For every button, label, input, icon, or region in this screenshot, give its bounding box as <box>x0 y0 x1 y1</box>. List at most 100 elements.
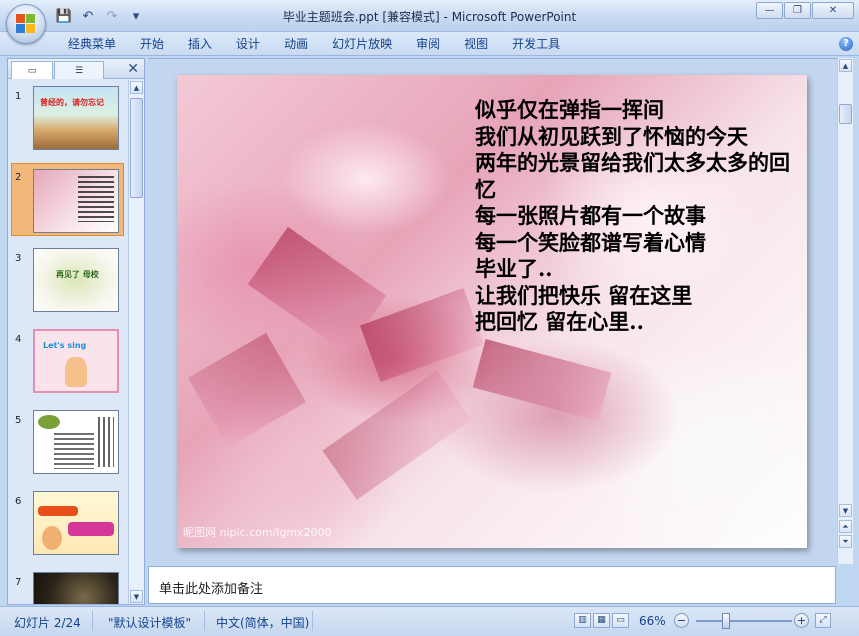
tab-developer[interactable]: 开发工具 <box>500 32 572 56</box>
thumbnail-image[interactable] <box>33 572 119 604</box>
slide-text-line: 我们从初见跃到了怀恼的今天 <box>475 123 748 149</box>
slide-canvas[interactable]: 似乎仅在弹指一挥间 我们从初见跃到了怀恼的今天 两年的光景留给我们太多太多的回忆… <box>177 75 807 548</box>
tab-insert[interactable]: 插入 <box>176 32 224 56</box>
slides-tab-icon: ▭ <box>27 65 37 76</box>
status-separator <box>204 611 205 631</box>
notes-placeholder: 单击此处添加备注 <box>159 582 264 597</box>
tab-animations[interactable]: 动画 <box>272 32 320 56</box>
tab-classic-menu[interactable]: 经典菜单 <box>56 32 128 56</box>
title-bar: 💾 ↶ ↷ ▾ 毕业主题班会.ppt [兼容模式] - Microsoft Po… <box>0 0 859 32</box>
tab-review[interactable]: 审阅 <box>404 32 452 56</box>
fit-to-window-icon[interactable]: ⤢ <box>815 613 831 628</box>
crystal-decoration <box>188 332 306 448</box>
status-separator <box>92 611 93 631</box>
thumbnail-number: 3 <box>15 253 22 264</box>
thumbnail-number: 1 <box>15 91 22 102</box>
zoom-in-icon[interactable]: + <box>794 613 809 628</box>
normal-view-icon[interactable]: ▥ <box>574 613 591 628</box>
thumbnail-figure <box>42 526 62 550</box>
tab-outline[interactable]: ☰ <box>54 61 104 79</box>
thumbnail-figure <box>65 357 87 387</box>
tab-home[interactable]: 开始 <box>128 32 176 56</box>
restore-button[interactable]: ❐ <box>784 2 811 19</box>
scroll-up-icon[interactable]: ▲ <box>839 59 852 72</box>
slide-text-line: 让我们把快乐 留在这里 <box>475 282 693 308</box>
thumbnail-number: 6 <box>15 496 22 507</box>
thumbnail-number: 2 <box>15 172 22 183</box>
slide-text-line: 毕业了.. <box>475 256 553 281</box>
scroll-up-icon[interactable]: ▲ <box>130 81 143 94</box>
notes-pane[interactable]: 单击此处添加备注 <box>148 566 836 604</box>
thumbnail-caption: 再见了 母校 <box>56 270 99 279</box>
image-watermark: 昵图网 nipic.com/lgmx2000 <box>183 526 332 539</box>
thumbnail-number: 4 <box>15 334 22 345</box>
help-icon[interactable]: ? <box>839 37 853 51</box>
thumbnail-caption: Let's sing <box>43 341 87 350</box>
slide-text-line: 每一张照片都有一个故事 <box>475 203 706 228</box>
pane-close-icon[interactable]: ✕ <box>127 61 139 77</box>
slide-show-icon[interactable]: ▭ <box>612 613 629 628</box>
thumbnail-item[interactable]: 4 Let's sing <box>8 329 128 403</box>
thumbnail-image[interactable]: 曾经的，请勿忘记 <box>33 86 119 150</box>
slide-text-line: 把回忆 留在心里.. <box>475 309 644 334</box>
thumbnail-graphic <box>68 522 114 536</box>
thumbnail-item[interactable]: 5 <box>8 410 128 484</box>
slide-text-box[interactable]: 似乎仅在弹指一挥间 我们从初见跃到了怀恼的今天 两年的光景留给我们太多太多的回忆… <box>475 97 793 336</box>
window-title: 毕业主题班会.ppt [兼容模式] - Microsoft PowerPoint <box>282 10 577 24</box>
thumbnail-image[interactable] <box>33 169 119 233</box>
thumbnail-number: 7 <box>15 577 22 588</box>
ribbon-tabs: 经典菜单 开始 插入 设计 动画 幻灯片放映 审阅 视图 开发工具 <box>56 32 572 56</box>
zoom-level[interactable]: 66% <box>639 614 666 628</box>
slide-editing-area: 似乎仅在弹指一挥间 我们从初见跃到了怀恼的今天 两年的光景留给我们太多太多的回忆… <box>148 58 837 564</box>
office-logo-icon <box>16 14 36 34</box>
thumbnail-item[interactable]: 1 曾经的，请勿忘记 <box>8 86 128 160</box>
thumbnail-item[interactable]: 3 再见了 母校 <box>8 248 128 322</box>
thumbnail-text-lines <box>98 417 114 467</box>
zoom-slider-handle[interactable] <box>721 613 730 629</box>
slide-sorter-icon[interactable]: ▦ <box>593 613 610 628</box>
zoom-out-icon[interactable]: − <box>674 613 689 628</box>
slide-scrollbar[interactable]: ▲ ▼ ⏶ ⏷ <box>837 58 853 564</box>
pane-tabs: ▭ ☰ ✕ <box>8 59 144 79</box>
thumbnail-number: 5 <box>15 415 22 426</box>
close-button[interactable]: ✕ <box>812 2 854 19</box>
slides-pane: ▭ ☰ ✕ 1 曾经的，请勿忘记 2 3 再见了 母校 4 Let's sing… <box>7 58 145 605</box>
office-button[interactable] <box>6 4 46 44</box>
status-separator <box>312 611 313 631</box>
thumbnail-text-lines <box>54 433 94 469</box>
thumbnail-caption: 曾经的，请勿忘记 <box>40 98 104 107</box>
crystal-decoration <box>472 339 612 421</box>
tab-slides[interactable]: ▭ <box>11 61 53 79</box>
slide-text-line: 每一个笑脸都谱写着心情 <box>475 229 706 255</box>
tab-view[interactable]: 视图 <box>452 32 500 56</box>
minimize-button[interactable]: — <box>756 2 783 19</box>
thumbnail-item[interactable]: 7 <box>8 572 128 604</box>
template-name[interactable]: "默认设计模板" <box>108 614 191 631</box>
scrollbar-thumb[interactable] <box>130 98 143 198</box>
ribbon: 经典菜单 开始 插入 设计 动画 幻灯片放映 审阅 视图 开发工具 ? <box>0 32 859 56</box>
thumbnail-text-lines <box>78 176 114 222</box>
zoom-slider-track[interactable] <box>696 620 792 622</box>
thumbnail-scrollbar[interactable]: ▲ ▼ <box>128 80 144 604</box>
slide-counter: 幻灯片 2/24 <box>14 616 81 630</box>
outline-tab-icon: ☰ <box>74 65 84 76</box>
status-bar: 幻灯片 2/24 "默认设计模板" 中文(简体，中国) ▥ ▦ ▭ 66% − … <box>0 606 859 636</box>
scroll-down-icon[interactable]: ▼ <box>130 590 143 603</box>
thumbnail-item[interactable]: 6 <box>8 491 128 565</box>
thumbnail-image[interactable] <box>33 491 119 555</box>
scrollbar-thumb[interactable] <box>839 104 852 124</box>
thumbnail-item-selected[interactable]: 2 <box>8 163 128 241</box>
tab-design[interactable]: 设计 <box>224 32 272 56</box>
next-slide-icon[interactable]: ⏷ <box>839 535 852 548</box>
language-indicator[interactable]: 中文(简体，中国) <box>216 614 309 631</box>
slide-text-line: 两年的光景留给我们太多太多的回忆 <box>475 150 790 202</box>
tab-slide-show[interactable]: 幻灯片放映 <box>320 32 404 56</box>
thumbnail-image[interactable]: Let's sing <box>33 329 119 393</box>
thumbnail-image[interactable]: 再见了 母校 <box>33 248 119 312</box>
thumbnail-graphic <box>38 415 60 429</box>
thumbnail-image[interactable] <box>33 410 119 474</box>
scroll-down-icon[interactable]: ▼ <box>839 504 852 517</box>
crystal-decoration <box>322 370 472 500</box>
previous-slide-icon[interactable]: ⏶ <box>839 520 852 533</box>
window-controls: — ❐ ✕ <box>756 2 854 19</box>
